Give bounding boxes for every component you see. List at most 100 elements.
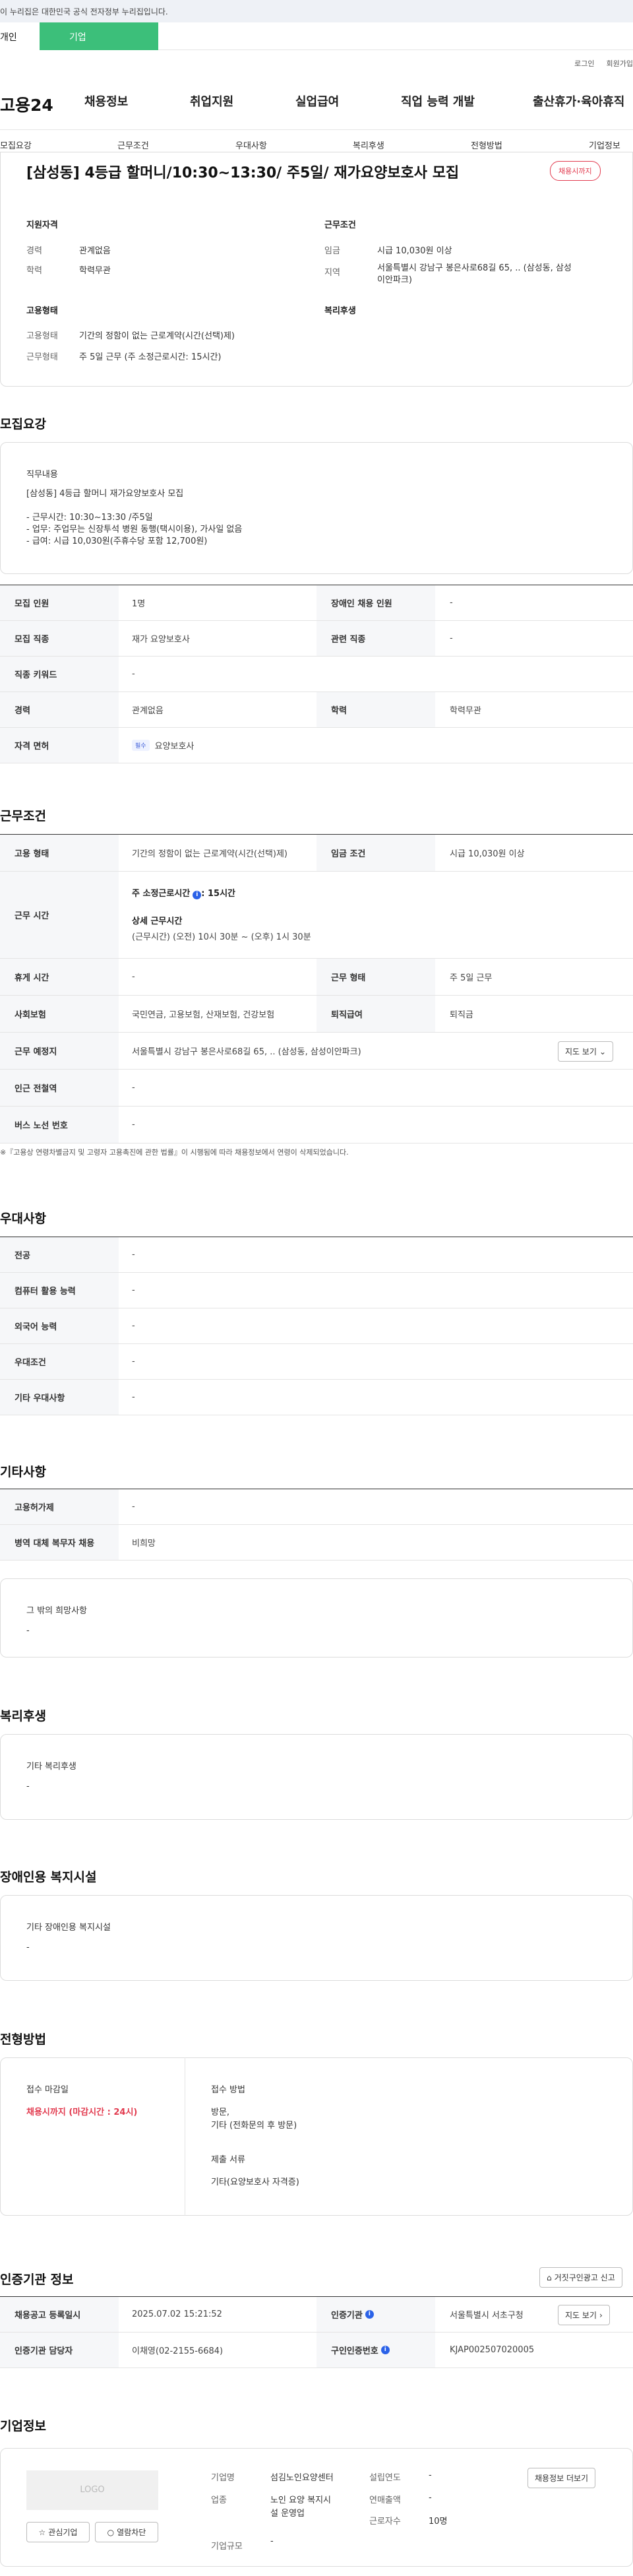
- table-row: 경력 관계없음 학력 학력무관: [0, 692, 633, 728]
- wage-row-label: 임금 조건: [316, 835, 435, 871]
- org-map-label: 지도 보기: [565, 2311, 597, 2320]
- emptype-value: 기간의 정함이 없는 근로계약(시간(선택)제): [79, 331, 235, 341]
- reg-value: 2025.07.02 15:21:52: [132, 2309, 222, 2319]
- detail-hours-label: 상세 근무시간: [132, 917, 183, 926]
- career-value: 관계없음: [79, 246, 111, 256]
- industry-line2: 설 운영업: [270, 2509, 305, 2519]
- emptype-label: 고용형태: [26, 331, 58, 341]
- region-value-line2: 이안파크): [377, 275, 412, 285]
- disabled-value: -: [450, 598, 453, 608]
- retire-label: 퇴직급여: [316, 996, 435, 1032]
- hours-label: 근무 시간: [0, 872, 119, 958]
- subnav-screening[interactable]: 전형방법: [471, 139, 502, 151]
- block-view-label: 열람차단: [117, 2528, 146, 2537]
- recruit-section-title: 모집요강: [0, 417, 46, 432]
- desc-line: - 근무시간: 10:30~13:30 /주5일: [26, 513, 153, 523]
- login-link[interactable]: 로그인: [574, 58, 594, 69]
- table-row: 고용 형태 기간의 정함이 없는 근로계약(시간(선택)제) 임금 조건 시급 …: [0, 835, 633, 872]
- place-value: 서울특별시 강남구 봉은사로68길 65, .. (삼성동, 삼성이안파크): [132, 1047, 361, 1057]
- method-title: 접수 방법: [211, 2085, 245, 2095]
- star-icon: ☆: [38, 2527, 46, 2537]
- megaphone-icon: ⌂: [547, 2272, 552, 2282]
- main-nav: 채용정보 취업지원 실업급여 직업 능력 개발 출산휴가·육아휴직: [84, 92, 624, 110]
- block-view-button[interactable]: ○ 열람차단: [95, 2522, 158, 2542]
- table-row: 채용공고 등록일시 2025.07.02 15:21:52 인증기관 i 서울특별…: [0, 2297, 633, 2333]
- required-tag: 필수: [132, 740, 150, 751]
- manager-value: 이채영(02-2155-6684): [132, 2346, 224, 2356]
- tab-corporate[interactable]: 기업: [40, 22, 158, 50]
- user-type-tabs: 개인 기업: [0, 22, 633, 50]
- docs-value: 기타(요양보호사 자격증): [211, 2177, 299, 2187]
- deadline-value: 채용시까지 (마감시간 : 24시): [26, 2108, 138, 2117]
- table-row: 사회보험 국민연금, 고용보험, 산재보험, 건강보험 퇴직급여 퇴직금: [0, 996, 633, 1033]
- qualification-heading: 지원자격: [26, 220, 58, 230]
- major-label: 전공: [0, 1237, 119, 1272]
- table-row: 휴게 시간 - 근무 형태 주 5일 근무: [0, 959, 633, 996]
- subnav-conditions[interactable]: 근무조건: [117, 139, 149, 151]
- manager-label: 인증기관 담당자: [0, 2333, 119, 2367]
- etc-section-title: 기타사항: [0, 1465, 46, 1479]
- desc-line: [삼성동] 4등급 할머니 재가요양보호사 모집: [26, 489, 184, 499]
- nav-item-employment-support[interactable]: 취업지원: [190, 92, 295, 110]
- job-label: 모집 직종: [0, 621, 119, 656]
- screening-section-title: 전형방법: [0, 2032, 46, 2047]
- education-value: 학력무관: [79, 266, 111, 276]
- wage-value: 시급 10,030원 이상: [377, 246, 452, 256]
- education-label: 학력: [26, 266, 42, 276]
- table-row: 외국어 능력 -: [0, 1308, 633, 1344]
- join-link[interactable]: 회원가입: [607, 58, 633, 69]
- disability-title: 기타 장애인용 복지시설: [26, 1923, 111, 1933]
- tab-individual[interactable]: 개인: [0, 22, 40, 50]
- info-icon[interactable]: i: [365, 2310, 374, 2319]
- related-value: -: [450, 633, 453, 643]
- welfare-heading: 복리후생: [324, 306, 356, 316]
- revenue-value: -: [429, 2493, 432, 2503]
- computer-label: 컴퓨터 활용 능력: [0, 1273, 119, 1308]
- subnav-company[interactable]: 기업정보: [589, 139, 620, 151]
- site-logo[interactable]: 고용24: [0, 92, 53, 116]
- nav-item-parental-leave[interactable]: 출산휴가·육아휴직: [533, 92, 624, 110]
- table-row: 병역 대체 복무자 채용 비희망: [0, 1525, 633, 1561]
- eps-value: -: [132, 1502, 135, 1512]
- founded-value: -: [429, 2470, 432, 2480]
- subway-value: -: [132, 1083, 135, 1093]
- subnav-welfare[interactable]: 복리후생: [353, 139, 384, 151]
- table-row: 자격 면허 필수 요양보호사: [0, 728, 633, 763]
- place-label: 근무 예정지: [0, 1033, 119, 1069]
- detail-hours-value: (근무시간) (오전) 10시 30분 ~ (오후) 1시 30분: [132, 932, 311, 942]
- block-icon: ○: [107, 2527, 115, 2537]
- favorite-company-button[interactable]: ☆ 관심기업: [26, 2522, 90, 2542]
- worktype-value: 주 5일 근무 (주 소정근로시간: 15시간): [79, 352, 222, 362]
- nav-item-unemployment-benefits[interactable]: 실업급여: [295, 92, 401, 110]
- industry-line1: 노인 요양 복지시: [270, 2496, 331, 2505]
- info-icon[interactable]: i: [380, 2346, 390, 2354]
- more-jobs-button[interactable]: 채용정보 더보기: [528, 2468, 596, 2488]
- break-value: -: [132, 972, 135, 982]
- method-line2: 기타 (전화문의 후 방문): [211, 2121, 297, 2131]
- preferred-condition-label: 우대조건: [0, 1344, 119, 1379]
- eps-label: 고용허가제: [0, 1489, 119, 1524]
- org-map-button[interactable]: 지도 보기 ›: [558, 2305, 610, 2325]
- company-name-value: 섬김노인요양센터: [270, 2473, 334, 2483]
- subnav-recruit[interactable]: 모집요강: [0, 139, 32, 151]
- region-value-line1: 서울특별시 강남구 봉은사로68길 65, .. (삼성동, 삼성: [377, 263, 572, 273]
- nav-item-job-training[interactable]: 직업 능력 개발: [401, 92, 533, 110]
- disability-section-title: 장애인용 복지시설: [0, 1870, 97, 1884]
- tab-individual-label: 개인: [0, 32, 17, 43]
- info-icon[interactable]: i: [193, 891, 202, 899]
- nav-item-jobs[interactable]: 채용정보: [84, 92, 190, 110]
- emptype-row-label: 고용 형태: [0, 835, 119, 871]
- cert-number-label: 구인인증번호 i: [316, 2333, 435, 2367]
- chevron-right-icon: ›: [599, 2310, 603, 2320]
- gov-notice-text: 이 누리집은 대한민국 공식 전자정부 누리집입니다.: [0, 7, 168, 16]
- revenue-label: 연매출액: [369, 2496, 401, 2505]
- table-row: 우대조건 -: [0, 1344, 633, 1380]
- retire-value: 퇴직금: [450, 1010, 473, 1020]
- map-view-button[interactable]: 지도 보기 ⌄: [558, 1041, 614, 1062]
- report-fake-ad-button[interactable]: ⌂ 거짓구인광고 신고: [539, 2267, 622, 2288]
- subnav-preference[interactable]: 우대사항: [235, 139, 267, 151]
- bus-value: -: [132, 1120, 135, 1130]
- insurance-label: 사회보험: [0, 996, 119, 1032]
- headcount-value: 1명: [132, 599, 146, 609]
- military-value: 비희망: [132, 1539, 156, 1549]
